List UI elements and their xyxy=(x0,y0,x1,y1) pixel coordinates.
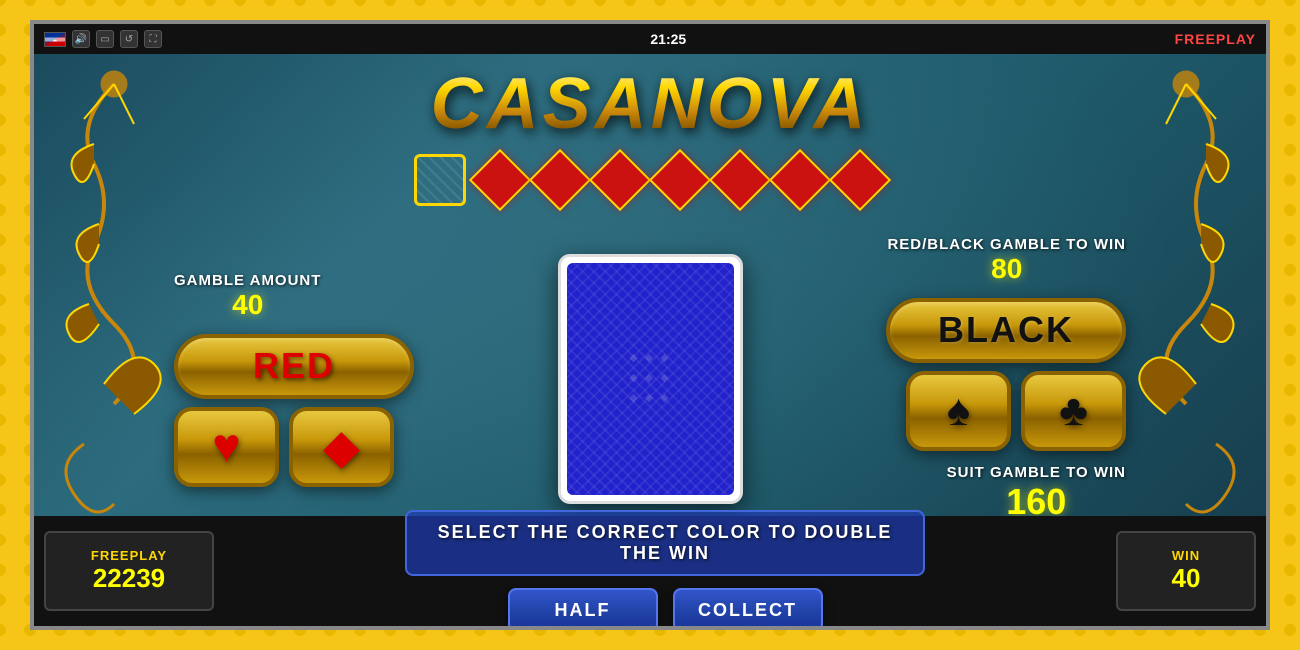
red-button[interactable]: RED xyxy=(174,334,414,399)
expand-icon[interactable]: ⛶ xyxy=(144,30,162,48)
outer-border: 🔊 ▭ ↺ ⛶ 21:25 FREEPLAY xyxy=(0,0,1300,650)
freeplay-display: FREEPLAY 22239 xyxy=(44,531,214,611)
top-bar-left: 🔊 ▭ ↺ ⛶ xyxy=(44,30,162,48)
history-card-back xyxy=(414,154,466,206)
game-container: 🔊 ▭ ↺ ⛶ 21:25 FREEPLAY xyxy=(30,20,1270,630)
menu-icon[interactable]: ▭ xyxy=(96,30,114,48)
mode-display: FREEPLAY xyxy=(1175,31,1256,47)
spade-icon: ♠ xyxy=(947,386,970,436)
red-black-label: RED/BLACK GAMBLE TO WIN xyxy=(887,236,1126,253)
red-button-label: RED xyxy=(253,345,335,387)
history-card-7 xyxy=(834,154,886,206)
diamond-icon-7 xyxy=(829,149,891,211)
diamond-icon-5 xyxy=(709,149,771,211)
title-area: CASANOVA xyxy=(34,54,1266,154)
bottom-buttons: HALF COLLECT xyxy=(508,588,823,630)
right-section: RED/BLACK GAMBLE TO WIN 80 BLACK ♠ ♣ SUI… xyxy=(886,236,1126,523)
history-card-5 xyxy=(714,154,766,206)
suit-buttons-right: ♠ ♣ xyxy=(906,371,1126,451)
win-display: WIN 40 xyxy=(1116,531,1256,611)
center-card: ◆ ◆ ◆◆ ◆ ◆◆ ◆ ◆ xyxy=(558,254,743,504)
game-title: CASANOVA xyxy=(431,63,870,145)
time-display: 21:25 xyxy=(650,31,686,47)
card-history xyxy=(34,154,1266,206)
message-line2: THE WIN xyxy=(620,543,710,564)
main-area: GAMBLE AMOUNT 40 RED ♥ ◆ xyxy=(174,219,1126,539)
left-section: GAMBLE AMOUNT 40 RED ♥ ◆ xyxy=(174,272,414,487)
center-card-inner: ◆ ◆ ◆◆ ◆ ◆◆ ◆ ◆ xyxy=(563,259,738,499)
card-watermark: ◆ ◆ ◆◆ ◆ ◆◆ ◆ ◆ xyxy=(629,349,671,408)
top-bar: 🔊 ▭ ↺ ⛶ 21:25 FREEPLAY xyxy=(34,24,1266,54)
black-button-label: BLACK xyxy=(938,309,1074,351)
history-card-3 xyxy=(594,154,646,206)
suit-gamble-label: SUIT GAMBLE TO WIN xyxy=(947,464,1126,481)
gamble-info: GAMBLE AMOUNT 40 xyxy=(174,272,321,321)
diamond-button[interactable]: ◆ xyxy=(289,407,394,487)
history-card-1 xyxy=(474,154,526,206)
bottom-bar: FREEPLAY 22239 SELECT THE CORRECT COLOR … xyxy=(34,516,1266,626)
heart-button[interactable]: ♥ xyxy=(174,407,279,487)
heart-icon: ♥ xyxy=(212,419,241,474)
refresh-icon[interactable]: ↺ xyxy=(120,30,138,48)
gamble-amount-label: GAMBLE AMOUNT xyxy=(174,272,321,289)
sound-icon[interactable]: 🔊 xyxy=(72,30,90,48)
history-card-2 xyxy=(534,154,586,206)
half-button[interactable]: HALF xyxy=(508,588,658,630)
history-card-6 xyxy=(774,154,826,206)
win-value: 40 xyxy=(1172,563,1201,594)
spade-button[interactable]: ♠ xyxy=(906,371,1011,451)
diamond-icon: ◆ xyxy=(323,419,360,475)
red-black-info: RED/BLACK GAMBLE TO WIN 80 xyxy=(887,236,1126,285)
diamond-icon-1 xyxy=(469,149,531,211)
freeplay-value: 22239 xyxy=(93,563,165,594)
club-icon: ♣ xyxy=(1059,386,1088,436)
suit-buttons-left: ♥ ◆ xyxy=(174,407,394,487)
club-button[interactable]: ♣ xyxy=(1021,371,1126,451)
win-label: WIN xyxy=(1172,548,1200,563)
collect-button[interactable]: COLLECT xyxy=(673,588,823,630)
diamond-icon-2 xyxy=(529,149,591,211)
diamond-icon-6 xyxy=(769,149,831,211)
message-line1: SELECT THE CORRECT COLOR TO DOUBLE xyxy=(438,522,893,543)
diamond-icon-4 xyxy=(649,149,711,211)
flag-icon xyxy=(44,32,66,47)
black-button[interactable]: BLACK xyxy=(886,298,1126,363)
red-black-value: 80 xyxy=(887,253,1126,285)
gamble-amount-value: 40 xyxy=(174,289,321,321)
history-card-4 xyxy=(654,154,706,206)
diamond-icon-3 xyxy=(589,149,651,211)
bottom-message-area: SELECT THE CORRECT COLOR TO DOUBLE THE W… xyxy=(214,510,1116,630)
freeplay-label: FREEPLAY xyxy=(91,548,167,563)
